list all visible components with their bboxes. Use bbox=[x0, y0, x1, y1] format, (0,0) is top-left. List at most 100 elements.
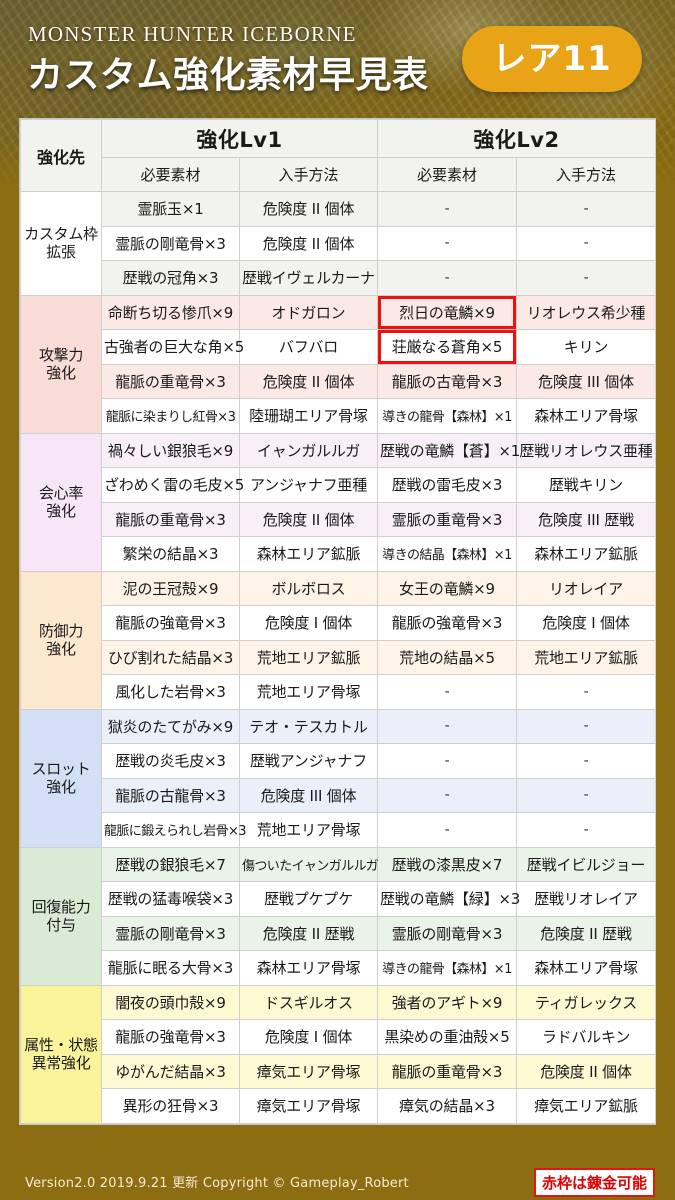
cell-s6-r1-c1: 危険度 I 個体 bbox=[239, 1019, 378, 1055]
header-level-1: 強化Lv1 bbox=[101, 119, 378, 158]
section-label-5: 回復能力 付与 bbox=[20, 846, 102, 986]
cell-s4-r1-c3: - bbox=[516, 743, 656, 779]
table-row: 龍脈の古龍骨×3 危険度 III 個体 - - bbox=[21, 777, 656, 813]
cell-s1-r1-c2: 荘厳なる蒼角×5 bbox=[377, 329, 517, 365]
table-head: 強化先 強化Lv1 強化Lv2 必要素材 入手方法 必要素材 入手方法 bbox=[20, 119, 656, 192]
cell-s0-r2-c3: - bbox=[516, 260, 656, 296]
cell-s3-r1-c3: 危険度 I 個体 bbox=[516, 605, 656, 641]
cell-s2-r1-c1: アンジャナフ亜種 bbox=[239, 467, 378, 503]
cell-s5-r0-c3: 歴戦イビルジョー bbox=[516, 846, 656, 882]
cell-s3-r0-c3: リオレイア bbox=[516, 570, 656, 606]
table-row: 繁栄の結晶×3 森林エリア鉱脈 導きの結晶【森林】×1 森林エリア鉱脈 bbox=[21, 536, 656, 572]
table-row: 霊脈の剛竜骨×3 危険度 II 歴戦 霊脈の剛竜骨×3 危険度 II 歴戦 bbox=[21, 915, 656, 951]
section-label-line2: 強化 bbox=[46, 640, 76, 658]
header-lv1-source: 入手方法 bbox=[239, 157, 378, 192]
cell-s6-r1-c3: ラドバルキン bbox=[516, 1019, 656, 1055]
table-row: ひび割れた結晶×3 荒地エリア鉱脈 荒地の結晶×5 荒地エリア鉱脈 bbox=[21, 639, 656, 675]
infographic-page: MONSTER HUNTER ICEBORNE カスタム強化素材早見表 レア11… bbox=[0, 0, 675, 1200]
cell-s6-r0-c1: ドスギルオス bbox=[239, 984, 378, 1020]
table-row: 防御力 強化 泥の王冠殻×9 ボルボロス 女王の竜鱗×9 リオレイア bbox=[20, 570, 656, 710]
cell-s4-r3-c3: - bbox=[516, 812, 656, 848]
cell-s3-r3-c0: 風化した岩骨×3 bbox=[101, 674, 240, 710]
cell-s3-r1-c1: 危険度 I 個体 bbox=[239, 605, 378, 641]
cell-s6-r1-c0: 龍脈の強竜骨×3 bbox=[101, 1019, 240, 1055]
table-row: 会心率 強化 禍々しい銀狼毛×9 イャンガルルガ 歴戦の竜鱗【蒼】×1 歴戦リオレウス亜種 bbox=[20, 432, 656, 572]
materials-table-wrapper: 強化先 強化Lv1 強化Lv2 必要素材 入手方法 必要素材 入手方法 カスタム… bbox=[19, 118, 656, 1125]
table-row: 龍脈の重竜骨×3 危険度 II 個体 龍脈の古竜骨×3 危険度 III 個体 bbox=[21, 363, 656, 399]
table-body: カスタム枠 拡張 霊脈玉×1 危険度 II 個体 - - 霊脈の剛竜骨×3 危険度 II 個体… bbox=[20, 191, 656, 1124]
cell-s3-r1-c0: 龍脈の強竜骨×3 bbox=[101, 605, 240, 641]
cell-s2-r3-c3: 森林エリア鉱脈 bbox=[516, 536, 656, 572]
cell-s4-r3-c0: 龍脈に鍛えられし岩骨×3 bbox=[101, 812, 247, 848]
cell-s5-r0-c2: 歴戦の漆黒皮×7 bbox=[377, 846, 517, 882]
table-row: 龍脈の強竜骨×3 危険度 I 個体 黒染めの重油殻×5 ラドバルキン bbox=[21, 1019, 656, 1055]
header-lv1-material: 必要素材 bbox=[101, 157, 240, 192]
table-row: 龍脈の強竜骨×3 危険度 I 個体 龍脈の強竜骨×3 危険度 I 個体 bbox=[21, 605, 656, 641]
page-header: MONSTER HUNTER ICEBORNE カスタム強化素材早見表 レア11 bbox=[0, 0, 675, 118]
cell-s6-r2-c1: 瘴気エリア骨塚 bbox=[239, 1053, 378, 1089]
cell-s4-r1-c1: 歴戦アンジャナフ bbox=[239, 743, 378, 779]
cell-s4-r1-c0: 歴戦の炎毛皮×3 bbox=[101, 743, 240, 779]
cell-s1-r2-c2: 龍脈の古竜骨×3 bbox=[377, 363, 517, 399]
cell-s6-r2-c2: 龍脈の重竜骨×3 bbox=[377, 1053, 517, 1089]
table-row: ゆがんだ結晶×3 瘴気エリア骨塚 龍脈の重竜骨×3 危険度 II 個体 bbox=[21, 1053, 656, 1089]
cell-s3-r1-c2: 龍脈の強竜骨×3 bbox=[377, 605, 517, 641]
cell-s2-r2-c0: 龍脈の重竜骨×3 bbox=[101, 501, 240, 537]
cell-s1-r0-c3: リオレウス希少種 bbox=[516, 294, 656, 330]
table-row: 異形の狂骨×3 瘴気エリア骨塚 瘴気の結晶×3 瘴気エリア鉱脈 bbox=[21, 1088, 656, 1124]
cell-s2-r2-c1: 危険度 II 個体 bbox=[239, 501, 378, 537]
cell-s4-r0-c1: テオ・テスカトル bbox=[239, 708, 378, 744]
cell-s0-r0-c1: 危険度 II 個体 bbox=[239, 191, 378, 227]
cell-s1-r2-c1: 危険度 II 個体 bbox=[239, 363, 378, 399]
table-row: 霊脈の剛竜骨×3 危険度 II 個体 - - bbox=[21, 225, 656, 261]
cell-s3-r0-c1: ボルボロス bbox=[239, 570, 378, 606]
section-label-line2: 強化 bbox=[46, 502, 76, 520]
table-row: 古強者の巨大な角×5 バフバロ 荘厳なる蒼角×5 キリン bbox=[21, 329, 656, 365]
cell-s3-r0-c0: 泥の王冠殻×9 bbox=[101, 570, 240, 606]
cell-s2-r1-c2: 歴戦の雷毛皮×3 bbox=[377, 467, 517, 503]
cell-s5-r3-c3: 森林エリア骨塚 bbox=[516, 950, 656, 986]
cell-s5-r2-c3: 危険度 II 歴戦 bbox=[516, 915, 656, 951]
cell-s0-r0-c3: - bbox=[516, 191, 656, 227]
table-row: 龍脈に鍛えられし岩骨×3 荒地エリア骨塚 - - bbox=[21, 812, 656, 848]
cell-s2-r0-c0: 禍々しい銀狼毛×9 bbox=[101, 432, 240, 468]
cell-s3-r3-c3: - bbox=[516, 674, 656, 710]
cell-s4-r3-c1: 荒地エリア骨塚 bbox=[239, 812, 378, 848]
rarity-badge-label: レア11 bbox=[492, 39, 612, 79]
cell-s0-r1-c2: - bbox=[377, 225, 517, 261]
header-lv2-material: 必要素材 bbox=[377, 157, 517, 192]
cell-s4-r0-c3: - bbox=[516, 708, 656, 744]
cell-s0-r2-c0: 歴戦の冠角×3 bbox=[101, 260, 240, 296]
cell-s5-r1-c2: 歴戦の竜鱗【緑】×3 bbox=[377, 881, 520, 917]
cell-s1-r1-c3: キリン bbox=[516, 329, 656, 365]
cell-s5-r2-c2: 霊脈の剛竜骨×3 bbox=[377, 915, 517, 951]
table-row: 龍脈に染まりし紅骨×3 陸珊瑚エリア骨塚 導きの龍骨【森林】×1 森林エリア骨塚 bbox=[21, 398, 656, 434]
cell-s2-r3-c0: 繁栄の結晶×3 bbox=[101, 536, 240, 572]
section-label-2: 会心率 強化 bbox=[20, 432, 102, 572]
table-row: 攻撃力 強化 命断ち切る惨爪×9 オドガロン 烈日の竜鱗×9 リオレウス希少種 bbox=[20, 294, 656, 434]
table-row: 歴戦の猛毒喉袋×3 歴戦プケプケ 歴戦の竜鱗【緑】×3 歴戦リオレイア bbox=[21, 881, 656, 917]
materials-table: 強化先 強化Lv1 強化Lv2 必要素材 入手方法 必要素材 入手方法 カスタム… bbox=[20, 119, 656, 1124]
cell-s0-r2-c2: - bbox=[377, 260, 517, 296]
cell-s5-r0-c1: 傷ついたイャンガルルガ bbox=[239, 846, 379, 882]
cell-s6-r0-c3: ティガレックス bbox=[516, 984, 656, 1020]
cell-s2-r0-c3: 歴戦リオレウス亜種 bbox=[516, 432, 656, 468]
cell-s5-r2-c1: 危険度 II 歴戦 bbox=[239, 915, 378, 951]
table-row: 龍脈の重竜骨×3 危険度 II 個体 霊脈の重竜骨×3 危険度 III 歴戦 bbox=[21, 501, 656, 537]
cell-s5-r2-c0: 霊脈の剛竜骨×3 bbox=[101, 915, 240, 951]
cell-s1-r0-c1: オドガロン bbox=[239, 294, 378, 330]
cell-s6-r3-c3: 瘴気エリア鉱脈 bbox=[516, 1088, 656, 1124]
cell-s0-r1-c1: 危険度 II 個体 bbox=[239, 225, 378, 261]
cell-s5-r3-c0: 龍脈に眠る大骨×3 bbox=[101, 950, 240, 986]
cell-s0-r0-c0: 霊脈玉×1 bbox=[101, 191, 240, 227]
table-row: 風化した岩骨×3 荒地エリア骨塚 - - bbox=[21, 674, 656, 710]
cell-s1-r2-c0: 龍脈の重竜骨×3 bbox=[101, 363, 240, 399]
cell-s3-r2-c3: 荒地エリア鉱脈 bbox=[516, 639, 656, 675]
cell-s2-r3-c2: 導きの結晶【森林】×1 bbox=[377, 536, 517, 572]
cell-s4-r3-c2: - bbox=[377, 812, 517, 848]
section-label-3: 防御力 強化 bbox=[20, 570, 102, 710]
page-footer: Version2.0 2019.9.21 更新 Copyright © Game… bbox=[0, 1160, 675, 1200]
section-label-line2: 付与 bbox=[46, 916, 76, 934]
cell-s6-r0-c0: 闇夜の頭巾殻×9 bbox=[101, 984, 240, 1020]
cell-s3-r0-c2: 女王の竜鱗×9 bbox=[377, 570, 517, 606]
